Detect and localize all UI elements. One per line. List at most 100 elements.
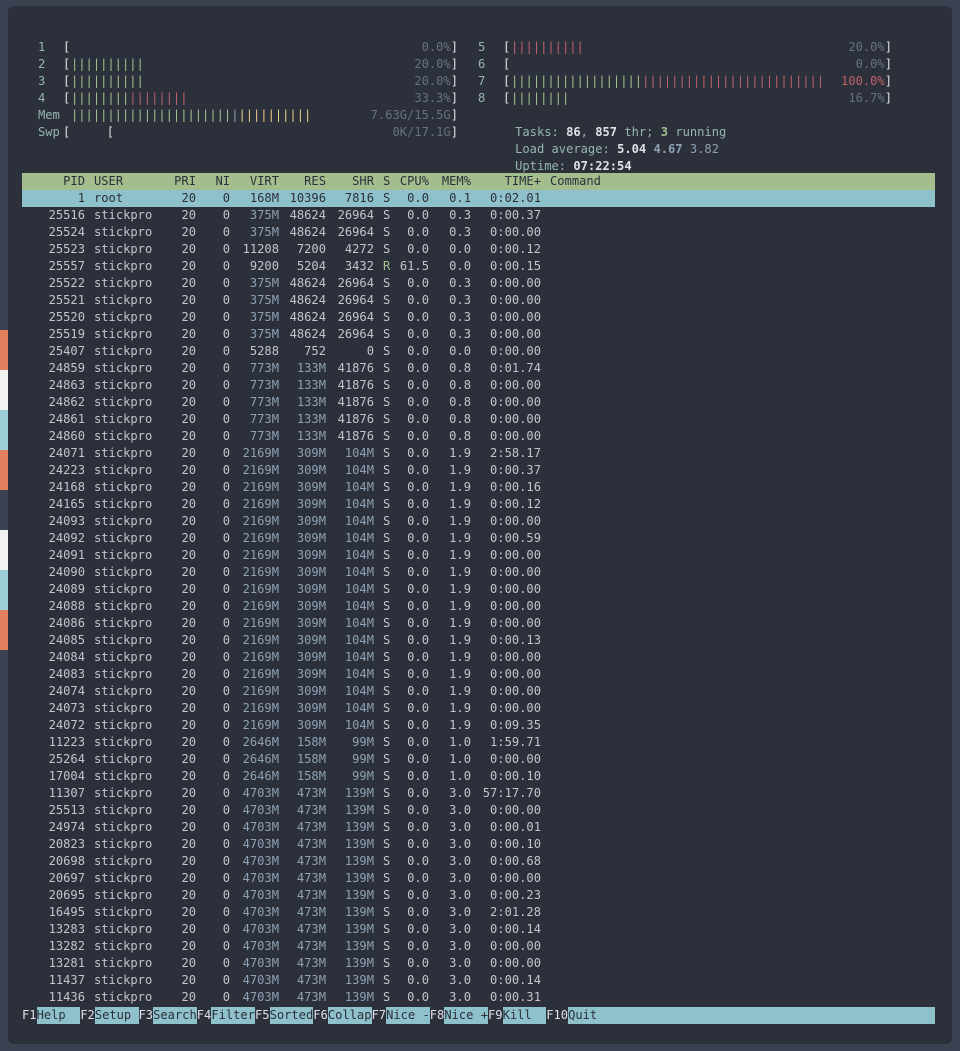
- fkey-label-f5[interactable]: Sorted: [269, 1007, 314, 1024]
- fkey-label-f1[interactable]: Help: [36, 1007, 81, 1024]
- process-row[interactable]: 13281 stickpro 20 0 4703M 473M 139M S 0.0 3.0 0:00…: [22, 955, 935, 972]
- fkey-label-f2[interactable]: Setup: [94, 1007, 139, 1024]
- col-pri[interactable]: PRI: [172, 173, 196, 190]
- col-shr[interactable]: SHR: [326, 173, 374, 190]
- cell-user: stickpro: [94, 429, 153, 443]
- process-row[interactable]: 25516 stickpro 20 0 375M 48624 26964 S 0.0 0.3 0:0…: [22, 207, 935, 224]
- fkey-label-f7[interactable]: Nice -: [386, 1007, 430, 1024]
- process-row[interactable]: 25519 stickpro 20 0 375M 48624 26964 S 0.0 0.3 0:0…: [22, 326, 935, 343]
- fkey-f2[interactable]: F2: [80, 1007, 95, 1024]
- process-row[interactable]: 24071 stickpro 20 0 2169M 309M 104M S 0.0 1.9 2:58…: [22, 445, 935, 462]
- col-cpu[interactable]: CPU%: [394, 173, 429, 190]
- process-row[interactable]: 25522 stickpro 20 0 375M 48624 26964 S 0.0 0.3 0:0…: [22, 275, 935, 292]
- process-row[interactable]: 16495 stickpro 20 0 4703M 473M 139M S 0.0 3.0 2:01…: [22, 904, 935, 921]
- function-key-bar[interactable]: F1 Help F2 Setup F3 Search F4 Filter F5 Sorted F…: [22, 1007, 935, 1024]
- process-row[interactable]: 24223 stickpro 20 0 2169M 309M 104M S 0.0 1.9 0:00…: [22, 462, 935, 479]
- cell-shr: 104M: [344, 633, 374, 647]
- process-row[interactable]: 11307 stickpro 20 0 4703M 473M 139M S 0.0 3.0 57:1…: [22, 785, 935, 802]
- process-row[interactable]: 24862 stickpro 20 0 773M 133M 41876 S 0.0 0.8 0:00…: [22, 394, 935, 411]
- process-row[interactable]: 24084 stickpro 20 0 2169M 309M 104M S 0.0 1.9 0:00…: [22, 649, 935, 666]
- fkey-f9[interactable]: F9: [488, 1007, 503, 1024]
- process-row[interactable]: 25557 stickpro 20 0 9200 5204 3432 R 61.5 0.0 0:00…: [22, 258, 935, 275]
- process-row[interactable]: 11223 stickpro 20 0 2646M 158M 99M S 0.0 1.0 1:59.…: [22, 734, 935, 751]
- cell-shr: 104M: [344, 599, 374, 613]
- process-row[interactable]: 24085 stickpro 20 0 2169M 309M 104M S 0.0 1.9 0:00…: [22, 632, 935, 649]
- process-table-header[interactable]: PID USER PRI NI VIRT RES SHR S CPU% MEM%…: [22, 173, 935, 190]
- process-row[interactable]: 24090 stickpro 20 0 2169M 309M 104M S 0.0 1.9 0:00…: [22, 564, 935, 581]
- process-row[interactable]: 25524 stickpro 20 0 375M 48624 26964 S 0.0 0.3 0:0…: [22, 224, 935, 241]
- col-mem[interactable]: MEM%: [437, 173, 471, 190]
- cell-s: S: [383, 276, 391, 290]
- fkey-label-f3[interactable]: Search: [153, 1007, 197, 1024]
- process-row[interactable]: 25523 stickpro 20 0 11208 7200 4272 S 0.0 0.0 0:00…: [22, 241, 935, 258]
- process-row[interactable]: 17004 stickpro 20 0 2646M 158M 99M S 0.0 1.0 0:00.…: [22, 768, 935, 785]
- fkey-label-f10[interactable]: Quit: [568, 1007, 598, 1024]
- process-row[interactable]: 20697 stickpro 20 0 4703M 473M 139M S 0.0 3.0 0:00…: [22, 870, 935, 887]
- process-list[interactable]: 1root200168M103967816S0.00.10:02.01/sbin…: [22, 190, 935, 1006]
- cell-user: stickpro: [94, 565, 153, 579]
- cell-pri: 20: [181, 888, 196, 902]
- process-row[interactable]: 25520 stickpro 20 0 375M 48624 26964 S 0.0 0.3 0:0…: [22, 309, 935, 326]
- col-time[interactable]: TIME+: [474, 173, 541, 190]
- process-row[interactable]: 24092 stickpro 20 0 2169M 309M 104M S 0.0 1.9 0:00…: [22, 530, 935, 547]
- cell-pid: 17004: [48, 769, 85, 783]
- fkey-f10[interactable]: F10: [546, 1007, 569, 1024]
- col-ni[interactable]: NI: [206, 173, 230, 190]
- fkey-label-f9[interactable]: Kill: [502, 1007, 547, 1024]
- cell-time: 0:00.12: [490, 242, 541, 256]
- process-row[interactable]: 25521 stickpro 20 0 375M 48624 26964 S 0.0 0.3 0:0…: [22, 292, 935, 309]
- fkey-f1[interactable]: F1: [22, 1007, 37, 1024]
- cell-user: stickpro: [94, 310, 153, 324]
- col-state[interactable]: S: [383, 173, 390, 190]
- process-row[interactable]: 24089 stickpro 20 0 2169M 309M 104M S 0.0 1.9 0:00…: [22, 581, 935, 598]
- fkey-label-f6[interactable]: Collap: [327, 1007, 372, 1024]
- terminal-window[interactable]: 1 [0.0%] 2 [|||||||||| 20.0%] 3 [|||||||||| 20.…: [8, 6, 952, 1044]
- process-row[interactable]: 25407stickpro20052887520S0.00.00:00.00├─…: [22, 343, 935, 360]
- col-pid[interactable]: PID: [22, 173, 85, 190]
- col-user[interactable]: USER: [94, 173, 123, 190]
- cell-ni: 0: [222, 922, 230, 936]
- fkey-f3[interactable]: F3: [138, 1007, 154, 1024]
- process-row[interactable]: 24860 stickpro 20 0 773M 133M 41876 S 0.0 0.8 0:00…: [22, 428, 935, 445]
- process-row[interactable]: 25264 stickpro 20 0 2646M 158M 99M S 0.0 1.0 0:00.…: [22, 751, 935, 768]
- process-row[interactable]: 1root200168M103967816S0.00.10:02.01/sbin…: [22, 190, 935, 207]
- process-row[interactable]: 24088 stickpro 20 0 2169M 309M 104M S 0.0 1.9 0:00…: [22, 598, 935, 615]
- process-row[interactable]: 24168 stickpro 20 0 2169M 309M 104M S 0.0 1.9 0:00…: [22, 479, 935, 496]
- process-row[interactable]: 24859 stickpro 20 0 773M 133M 41876 S 0.0 0.8 0:01…: [22, 360, 935, 377]
- col-virt[interactable]: VIRT: [230, 173, 279, 190]
- fkey-f4[interactable]: F4: [196, 1007, 212, 1024]
- col-command[interactable]: Command: [550, 173, 601, 190]
- fkey-label-f4[interactable]: Filter: [211, 1007, 255, 1024]
- col-res[interactable]: RES: [280, 173, 326, 190]
- fkey-f8[interactable]: F8: [429, 1007, 445, 1024]
- cell-pid: 25513: [48, 803, 85, 817]
- cell-pid: 24083: [48, 667, 85, 681]
- cell-cpu: 0.0: [407, 718, 429, 732]
- fkey-f6[interactable]: F6: [313, 1007, 328, 1024]
- process-row[interactable]: 24073 stickpro 20 0 2169M 309M 104M S 0.0 1.9 0:00…: [22, 700, 935, 717]
- process-row[interactable]: 24165 stickpro 20 0 2169M 309M 104M S 0.0 1.9 0:00…: [22, 496, 935, 513]
- cell-time: 0:00.00: [490, 548, 541, 562]
- process-row[interactable]: 13282 stickpro 20 0 4703M 473M 139M S 0.0 3.0 0:00…: [22, 938, 935, 955]
- process-row[interactable]: 11437 stickpro 20 0 4703M 473M 139M S 0.0 3.0 0:00…: [22, 972, 935, 989]
- process-row[interactable]: 25513 stickpro 20 0 4703M 473M 139M S 0.0 3.0 0:00…: [22, 802, 935, 819]
- process-row[interactable]: 24863 stickpro 20 0 773M 133M 41876 S 0.0 0.8 0:00…: [22, 377, 935, 394]
- fkey-f5[interactable]: F5: [255, 1007, 270, 1024]
- process-row[interactable]: 11436 stickpro 20 0 4703M 473M 139M S 0.0 3.0 0:00…: [22, 989, 935, 1006]
- fkey-label-f8[interactable]: Nice +: [444, 1007, 488, 1024]
- process-row[interactable]: 24083 stickpro 20 0 2169M 309M 104M S 0.0 1.9 0:00…: [22, 666, 935, 683]
- cell-ni: 0: [222, 871, 230, 885]
- process-row[interactable]: 24072 stickpro 20 0 2169M 309M 104M S 0.0 1.9 0:09…: [22, 717, 935, 734]
- process-row[interactable]: 24093 stickpro 20 0 2169M 309M 104M S 0.0 1.9 0:00…: [22, 513, 935, 530]
- cell-virt: 4703M: [242, 973, 279, 987]
- process-row[interactable]: 20695 stickpro 20 0 4703M 473M 139M S 0.0 3.0 0:00…: [22, 887, 935, 904]
- process-row[interactable]: 24974 stickpro 20 0 4703M 473M 139M S 0.0 3.0 0:00…: [22, 819, 935, 836]
- process-row[interactable]: 20698 stickpro 20 0 4703M 473M 139M S 0.0 3.0 0:00…: [22, 853, 935, 870]
- process-row[interactable]: 24086 stickpro 20 0 2169M 309M 104M S 0.0 1.9 0:00…: [22, 615, 935, 632]
- process-row[interactable]: 24074 stickpro 20 0 2169M 309M 104M S 0.0 1.9 0:00…: [22, 683, 935, 700]
- fkey-f7[interactable]: F7: [371, 1007, 387, 1024]
- process-row[interactable]: 24091 stickpro 20 0 2169M 309M 104M S 0.0 1.9 0:00…: [22, 547, 935, 564]
- process-row[interactable]: 24861 stickpro 20 0 773M 133M 41876 S 0.0 0.8 0:00…: [22, 411, 935, 428]
- process-row[interactable]: 13283 stickpro 20 0 4703M 473M 139M S 0.0 3.0 0:00…: [22, 921, 935, 938]
- process-row[interactable]: 20823 stickpro 20 0 4703M 473M 139M S 0.0 3.0 0:00…: [22, 836, 935, 853]
